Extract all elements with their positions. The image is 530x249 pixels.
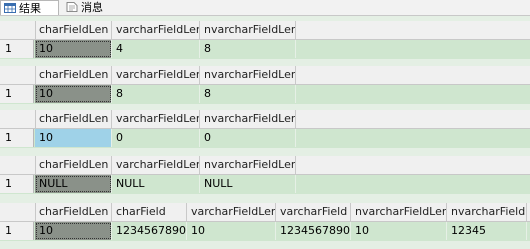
column-header[interactable]: nvarcharFieldLen: [200, 156, 296, 174]
table-cell[interactable]: 8: [200, 85, 296, 103]
column-header[interactable]: nvarcharFieldLen: [351, 203, 447, 221]
table-row[interactable]: 1 10 1234567890 10 1234567890 10 12345: [0, 222, 530, 241]
grid-corner[interactable]: [0, 110, 36, 128]
result-grid-4[interactable]: charFieldLen varcharFieldLen nvarcharFie…: [0, 156, 530, 194]
tab-messages[interactable]: 消息: [63, 0, 123, 14]
column-header[interactable]: nvarcharFieldLen: [200, 66, 296, 84]
table-cell[interactable]: 12345: [447, 222, 527, 240]
result-grid-5[interactable]: charFieldLen charField varcharFieldLen v…: [0, 203, 530, 241]
table-cell[interactable]: 10: [35, 85, 112, 103]
result-grid-3[interactable]: charFieldLen varcharFieldLen nvarcharFie…: [0, 110, 530, 148]
tab-results[interactable]: 结果: [0, 0, 59, 15]
column-header[interactable]: charFieldLen: [35, 110, 112, 128]
table-cell[interactable]: 10: [35, 129, 112, 147]
table-cell[interactable]: 8: [112, 85, 200, 103]
table-row[interactable]: 1 NULL NULL NULL: [0, 175, 530, 194]
column-header[interactable]: varcharField: [276, 203, 351, 221]
grid-header-row: charFieldLen varcharFieldLen nvarcharFie…: [0, 66, 530, 85]
table-cell[interactable]: NULL: [35, 175, 112, 193]
table-cell[interactable]: 0: [112, 129, 200, 147]
table-cell[interactable]: 4: [112, 40, 200, 58]
column-header[interactable]: nvarcharFieldLen: [200, 110, 296, 128]
column-header[interactable]: varcharFieldLen: [112, 21, 200, 39]
table-cell[interactable]: 10: [351, 222, 447, 240]
table-cell[interactable]: NULL: [200, 175, 296, 193]
table-cell[interactable]: 10: [187, 222, 276, 240]
table-row[interactable]: 1 10 8 8: [0, 85, 530, 104]
tab-messages-label: 消息: [81, 1, 103, 14]
table-cell[interactable]: 0: [200, 129, 296, 147]
row-number[interactable]: 1: [0, 40, 34, 58]
column-header[interactable]: nvarcharFieldLen: [200, 21, 296, 39]
column-header[interactable]: varcharFieldLen: [112, 156, 200, 174]
table-cell[interactable]: 1234567890: [276, 222, 351, 240]
column-header[interactable]: varcharFieldLen: [112, 66, 200, 84]
grid-header-row: charFieldLen varcharFieldLen nvarcharFie…: [0, 21, 530, 40]
table-cell[interactable]: 1234567890: [112, 222, 187, 240]
grid-corner[interactable]: [0, 66, 36, 84]
column-header[interactable]: charFieldLen: [35, 66, 112, 84]
result-grid-1[interactable]: charFieldLen varcharFieldLen nvarcharFie…: [0, 21, 530, 59]
table-cell[interactable]: 8: [200, 40, 296, 58]
row-number[interactable]: 1: [0, 222, 34, 240]
column-header[interactable]: varcharFieldLen: [187, 203, 276, 221]
results-tab-bar: 结果 消息: [0, 0, 530, 16]
result-grid-2[interactable]: charFieldLen varcharFieldLen nvarcharFie…: [0, 66, 530, 104]
table-row[interactable]: 1 10 4 8: [0, 40, 530, 59]
column-header[interactable]: charFieldLen: [35, 21, 112, 39]
row-number[interactable]: 1: [0, 175, 34, 193]
grid-header-row: charFieldLen varcharFieldLen nvarcharFie…: [0, 110, 530, 129]
column-header[interactable]: nvarcharField: [447, 203, 527, 221]
table-cell[interactable]: 10: [35, 222, 112, 240]
grid-icon: [4, 3, 16, 13]
message-icon: [66, 2, 78, 12]
column-header[interactable]: varcharFieldLen: [112, 110, 200, 128]
column-header[interactable]: charFieldLen: [35, 156, 112, 174]
grid-corner[interactable]: [0, 203, 36, 221]
column-header[interactable]: charFieldLen: [35, 203, 112, 221]
row-number[interactable]: 1: [0, 129, 34, 147]
table-cell[interactable]: 10: [35, 40, 112, 58]
table-row[interactable]: 1 10 0 0: [0, 129, 530, 148]
table-cell[interactable]: NULL: [112, 175, 200, 193]
grid-corner[interactable]: [0, 156, 36, 174]
grid-corner[interactable]: [0, 21, 36, 39]
grid-header-row: charFieldLen charField varcharFieldLen v…: [0, 203, 530, 222]
column-header[interactable]: charField: [112, 203, 187, 221]
row-number[interactable]: 1: [0, 85, 34, 103]
tab-results-label: 结果: [19, 2, 41, 15]
grid-header-row: charFieldLen varcharFieldLen nvarcharFie…: [0, 156, 530, 175]
